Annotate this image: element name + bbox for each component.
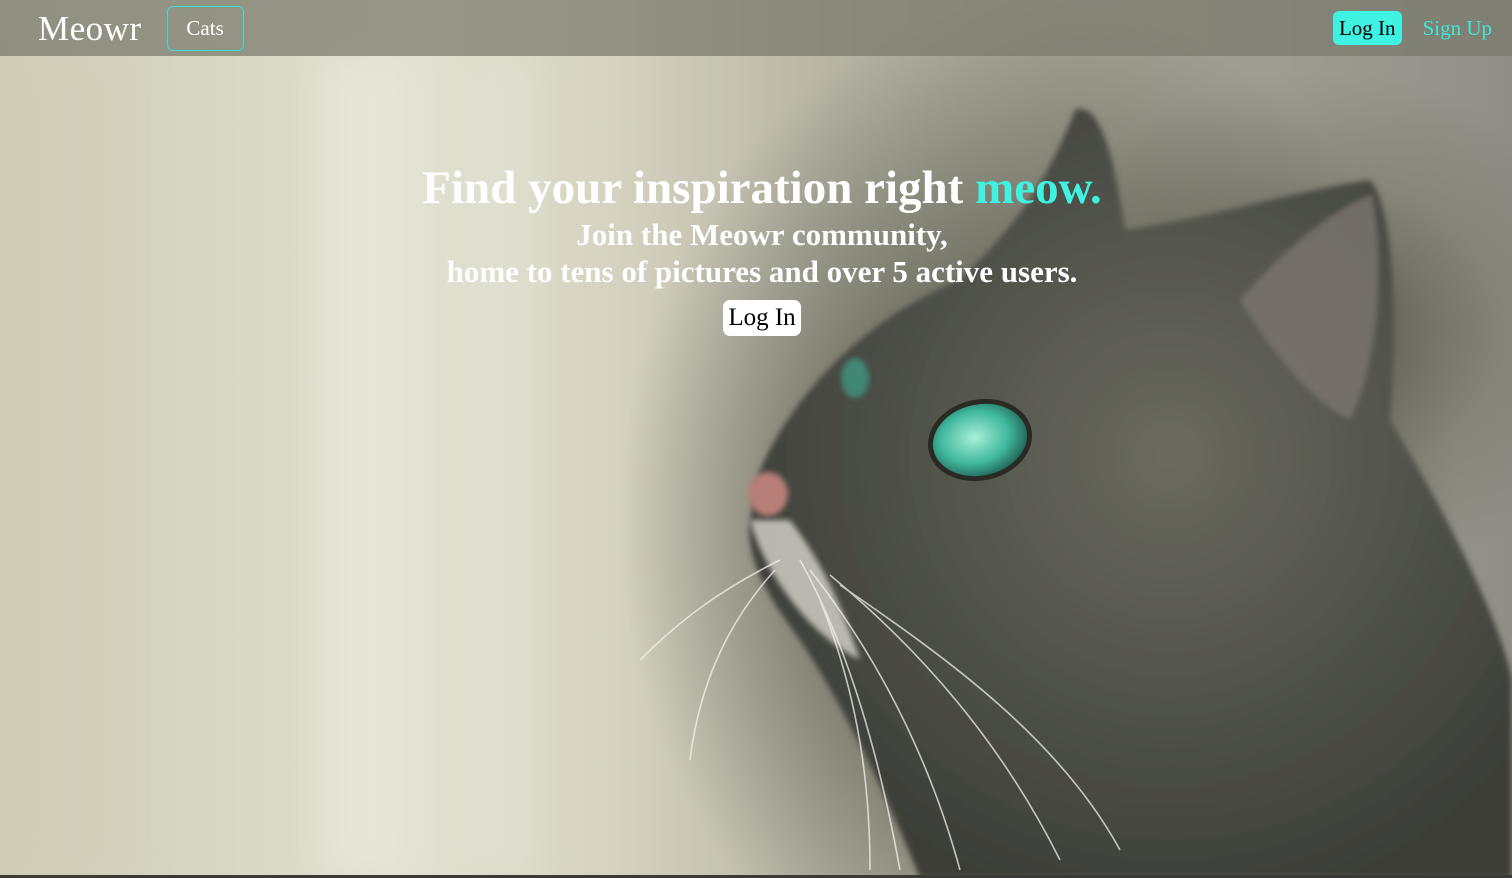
navbar: Meowr Cats Log In Sign Up [0, 0, 1512, 56]
hero-headline-text: Find your inspiration right [422, 162, 964, 214]
landing-page: Meowr Cats Log In Sign Up Find your insp… [0, 0, 1512, 878]
cats-button[interactable]: Cats [166, 5, 244, 51]
hero-headline-accent: meow. [975, 162, 1102, 214]
hero-section: Find your inspiration right meow. Join t… [0, 160, 1512, 336]
hero-subline-1: Join the Meowr community, [576, 217, 948, 252]
nav-signup-link[interactable]: Sign Up [1423, 16, 1492, 41]
hero-login-button[interactable]: Log In [723, 300, 801, 336]
cat-far-eye [841, 358, 869, 398]
nav-auth-links: Log In Sign Up [1332, 11, 1492, 45]
nav-login-button[interactable]: Log In [1332, 11, 1402, 45]
cat-nose [748, 472, 788, 516]
hero-headline: Find your inspiration right meow. [0, 160, 1512, 216]
cat-background-image [639, 108, 1512, 878]
brand-logo[interactable]: Meowr [38, 11, 142, 46]
hero-subline-2: home to tens of pictures and over 5 acti… [446, 254, 1078, 289]
